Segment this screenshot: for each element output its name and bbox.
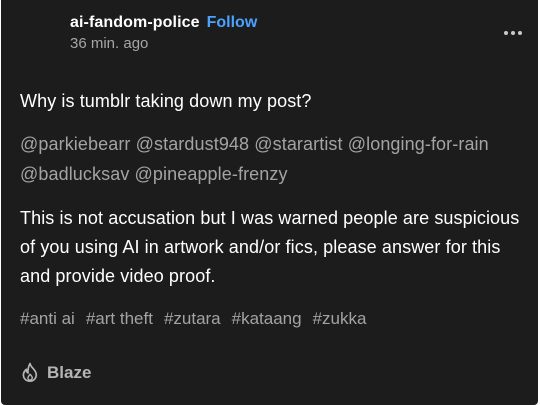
post-header: ai-fandom-police Follow 36 min. ago	[70, 14, 538, 58]
more-dot	[511, 31, 515, 35]
more-dot	[518, 31, 522, 35]
name-row: ai-fandom-police Follow	[70, 14, 538, 32]
more-options-icon[interactable]	[504, 31, 522, 35]
blaze-button[interactable]: Blaze	[21, 362, 91, 383]
post-title: Why is tumblr taking down my post?	[20, 91, 312, 111]
post-mentions[interactable]: @parkiebearr @stardust948 @starartist @l…	[20, 129, 525, 189]
tag[interactable]: #art theft	[86, 309, 153, 329]
blaze-label: Blaze	[47, 362, 92, 382]
more-dot	[504, 31, 508, 35]
flame-icon	[21, 362, 39, 383]
tag[interactable]: #zutara	[164, 309, 221, 329]
follow-button[interactable]: Follow	[207, 14, 258, 32]
tag[interactable]: #zukka	[313, 309, 367, 329]
post-card: ai-fandom-police Follow 36 min. ago Why …	[1, 0, 538, 405]
post-body: This is not accusation but I was warned …	[20, 208, 520, 286]
tag[interactable]: #kataang	[232, 309, 302, 329]
blog-name[interactable]: ai-fandom-police	[70, 14, 200, 32]
post-tags: #anti ai #art theft #zutara #kataang #zu…	[20, 309, 366, 329]
tag[interactable]: #anti ai	[20, 309, 75, 329]
post-timestamp[interactable]: 36 min. ago	[70, 35, 538, 52]
